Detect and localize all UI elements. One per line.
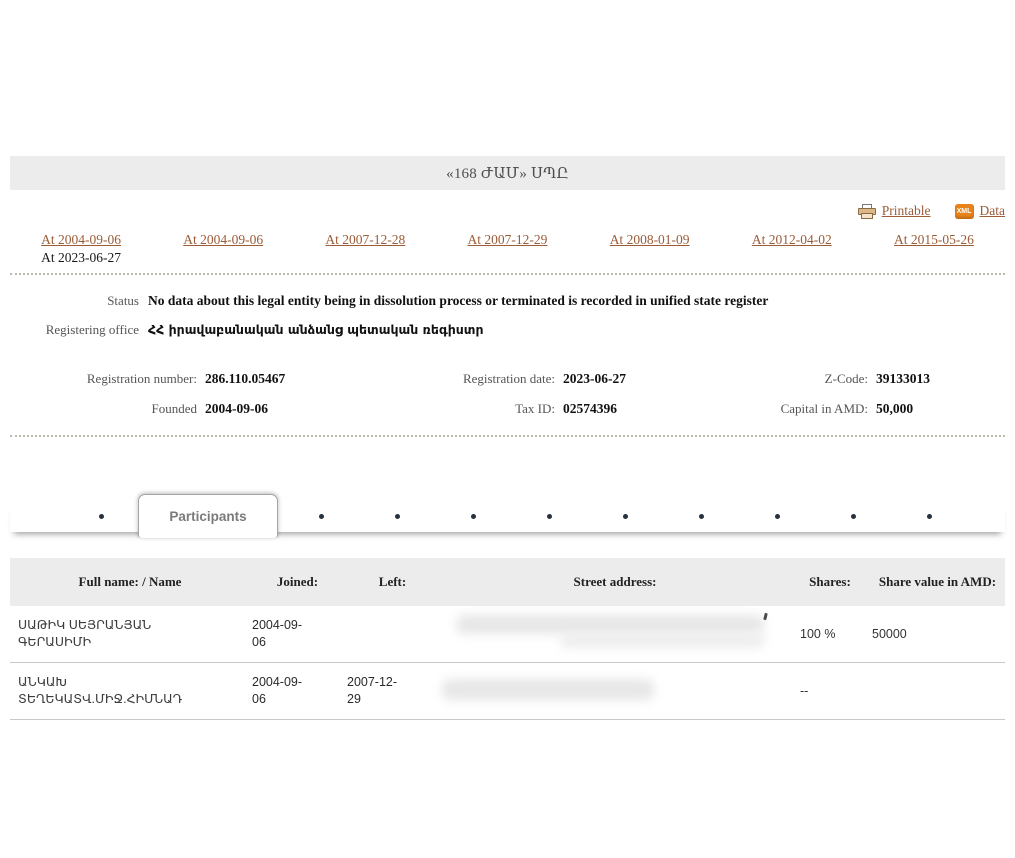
collapsed-tab-dot[interactable] xyxy=(699,514,704,519)
dotted-divider xyxy=(10,273,1005,275)
participant-shares: 100 % xyxy=(790,620,870,649)
history-date-links: At 2004-09-06 At 2004-09-06 At 2007-12-2… xyxy=(10,232,1005,266)
header-shares: Shares: xyxy=(790,570,870,594)
printable-action[interactable]: Printable xyxy=(858,203,931,219)
participants-table: Full name: / Name Joined: Left: Street a… xyxy=(10,558,1005,720)
participant-row: ԱՆԿԱԽ ՏԵՂԵԿԱՏՎ.ՄԻՋ.ՀԻՄՆԱԴ 2004-09-06 200… xyxy=(10,663,1005,720)
data-action[interactable]: XML Data xyxy=(955,203,1005,219)
participant-share-value: 50000 xyxy=(870,620,1005,649)
participant-share-value xyxy=(870,685,1005,697)
history-link-anchor[interactable]: At 2004-09-06 xyxy=(183,232,263,247)
registration-date-field: Registration date: 2023-06-27 xyxy=(360,371,640,387)
redaction-blur xyxy=(442,679,654,700)
history-current-date: At 2023-06-27 xyxy=(10,250,152,266)
collapsed-tab-dot[interactable] xyxy=(319,514,324,519)
participants-table-header: Full name: / Name Joined: Left: Street a… xyxy=(10,558,1005,606)
registration-number-value: 286.110.05467 xyxy=(205,371,360,387)
tax-id-label: Tax ID: xyxy=(360,401,555,417)
company-title: «168 ԺԱՄ» ՍՊԸ xyxy=(446,164,569,183)
participant-name: ԱՆԿԱԽ ՏԵՂԵԿԱՏՎ.ՄԻՋ.ՀԻՄՆԱԴ xyxy=(10,668,250,714)
history-link[interactable]: At 2004-09-06 xyxy=(10,232,152,248)
status-value: No data about this legal entity being in… xyxy=(148,293,1005,309)
collapsed-tab-dot[interactable] xyxy=(851,514,856,519)
history-link-anchor[interactable]: At 2015-05-26 xyxy=(894,232,974,247)
xml-data-icon: XML xyxy=(955,204,974,219)
status-section: Status No data about this legal entity b… xyxy=(10,293,1005,338)
collapsed-tab-dot[interactable] xyxy=(623,514,628,519)
history-link[interactable]: At 2012-04-02 xyxy=(721,232,863,248)
status-row: Status No data about this legal entity b… xyxy=(10,293,1005,309)
registering-office-row: Registering office ՀՀ իրավաբանական անձան… xyxy=(10,322,1005,338)
participant-row: ՍԱԹԻԿ ՍԵՅՐԱՆՅԱՆ ԳԵՐԱՍԻՄԻ 2004-09-06 100 … xyxy=(10,606,1005,663)
collapsed-tab-dot[interactable] xyxy=(927,514,932,519)
header-share-value: Share value in AMD: xyxy=(870,570,1005,594)
history-link-anchor[interactable]: At 2012-04-02 xyxy=(752,232,832,247)
registering-office-value: ՀՀ իրավաբանական անձանց պետական ռեգիստր xyxy=(148,322,1005,337)
collapsed-tab-dot[interactable] xyxy=(471,514,476,519)
tax-id-field: Tax ID: 02574396 xyxy=(360,401,640,417)
capital-field: Capital in AMD: 50,000 xyxy=(640,401,1005,417)
z-code-field: Z-Code: 39133013 xyxy=(640,371,1005,387)
founded-label: Founded xyxy=(10,401,197,417)
participant-address-redacted xyxy=(440,663,790,719)
collapsed-tab-dot[interactable] xyxy=(547,514,552,519)
redaction-artifact xyxy=(763,613,768,621)
redaction-blur xyxy=(456,615,764,634)
z-code-value: 39133013 xyxy=(876,371,1005,387)
registration-date-label: Registration date: xyxy=(360,371,555,387)
participant-left: 2007-12-29 xyxy=(345,668,440,714)
participant-joined: 2004-09-06 xyxy=(250,611,345,657)
collapsed-tab-dot[interactable] xyxy=(395,514,400,519)
participant-name: ՍԱԹԻԿ ՍԵՅՐԱՆՅԱՆ ԳԵՐԱՍԻՄԻ xyxy=(10,611,250,657)
header-street-address: Street address: xyxy=(440,570,790,594)
printer-icon xyxy=(858,204,876,219)
main-content: «168 ԺԱՄ» ՍՊԸ Printable XML Data At 2004… xyxy=(10,156,1005,720)
capital-label: Capital in AMD: xyxy=(640,401,868,417)
participant-joined: 2004-09-06 xyxy=(250,668,345,714)
redaction-blur xyxy=(560,633,765,648)
founded-field: Founded 2004-09-06 xyxy=(10,401,360,417)
registration-number-label: Registration number: xyxy=(10,371,197,387)
registering-office-label: Registering office xyxy=(10,322,139,338)
data-link[interactable]: Data xyxy=(980,203,1005,219)
registration-number-field: Registration number: 286.110.05467 xyxy=(10,371,360,387)
participant-shares: -- xyxy=(790,677,870,706)
printable-link[interactable]: Printable xyxy=(882,203,931,219)
history-link[interactable]: At 2007-12-29 xyxy=(436,232,578,248)
registration-date-value: 2023-06-27 xyxy=(563,371,640,387)
history-link[interactable]: At 2007-12-28 xyxy=(294,232,436,248)
history-link[interactable]: At 2004-09-06 xyxy=(152,232,294,248)
collapsed-tab-dot[interactable] xyxy=(775,514,780,519)
section-tab-strip: Participants xyxy=(10,502,1005,532)
dotted-divider xyxy=(10,435,1005,437)
z-code-label: Z-Code: xyxy=(640,371,868,387)
collapsed-tab-dot[interactable] xyxy=(99,514,104,519)
history-link-anchor[interactable]: At 2007-12-28 xyxy=(325,232,405,247)
participant-address-redacted xyxy=(440,606,790,662)
export-actions: Printable XML Data xyxy=(10,200,1005,222)
company-title-band: «168 ԺԱՄ» ՍՊԸ xyxy=(10,156,1005,190)
tax-id-value: 02574396 xyxy=(563,401,640,417)
entity-register-page: «168 ԺԱՄ» ՍՊԸ Printable XML Data At 2004… xyxy=(0,0,1015,858)
founded-value: 2004-09-06 xyxy=(205,401,360,417)
history-link-anchor[interactable]: At 2007-12-29 xyxy=(468,232,548,247)
history-link[interactable]: At 2008-01-09 xyxy=(579,232,721,248)
header-joined: Joined: xyxy=(250,570,345,594)
status-label: Status xyxy=(10,293,139,309)
history-link-anchor[interactable]: At 2008-01-09 xyxy=(610,232,690,247)
tab-participants[interactable]: Participants xyxy=(138,494,278,538)
history-link[interactable]: At 2015-05-26 xyxy=(863,232,1005,248)
participant-left xyxy=(345,628,440,640)
tab-participants-label: Participants xyxy=(169,509,246,524)
capital-value: 50,000 xyxy=(876,401,1005,417)
header-full-name: Full name: / Name xyxy=(10,570,250,594)
registration-details: Registration number: 286.110.05467 Regis… xyxy=(10,371,1005,417)
history-link-anchor[interactable]: At 2004-09-06 xyxy=(41,232,121,247)
header-left: Left: xyxy=(345,570,440,594)
